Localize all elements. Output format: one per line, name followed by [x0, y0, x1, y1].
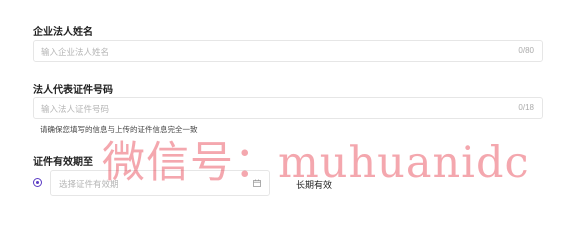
id-number-placeholder: 输入法人证件号码: [41, 104, 110, 114]
id-number-field[interactable]: 输入法人证件号码 0/18: [33, 97, 543, 119]
id-number-counter: 0/18: [518, 103, 534, 112]
validity-date-radio[interactable]: [33, 178, 42, 187]
company-name-label: 企业法人姓名: [33, 27, 93, 38]
id-number-label: 法人代表证件号码: [33, 85, 113, 96]
company-name-counter: 0/80: [518, 46, 534, 55]
company-name-placeholder: 输入企业法人姓名: [41, 47, 110, 57]
watermark: 微信号：muhuanidc: [102, 138, 530, 188]
company-name-field[interactable]: 输入企业法人姓名 0/80: [33, 40, 543, 62]
validity-label: 证件有效期至: [33, 157, 93, 168]
